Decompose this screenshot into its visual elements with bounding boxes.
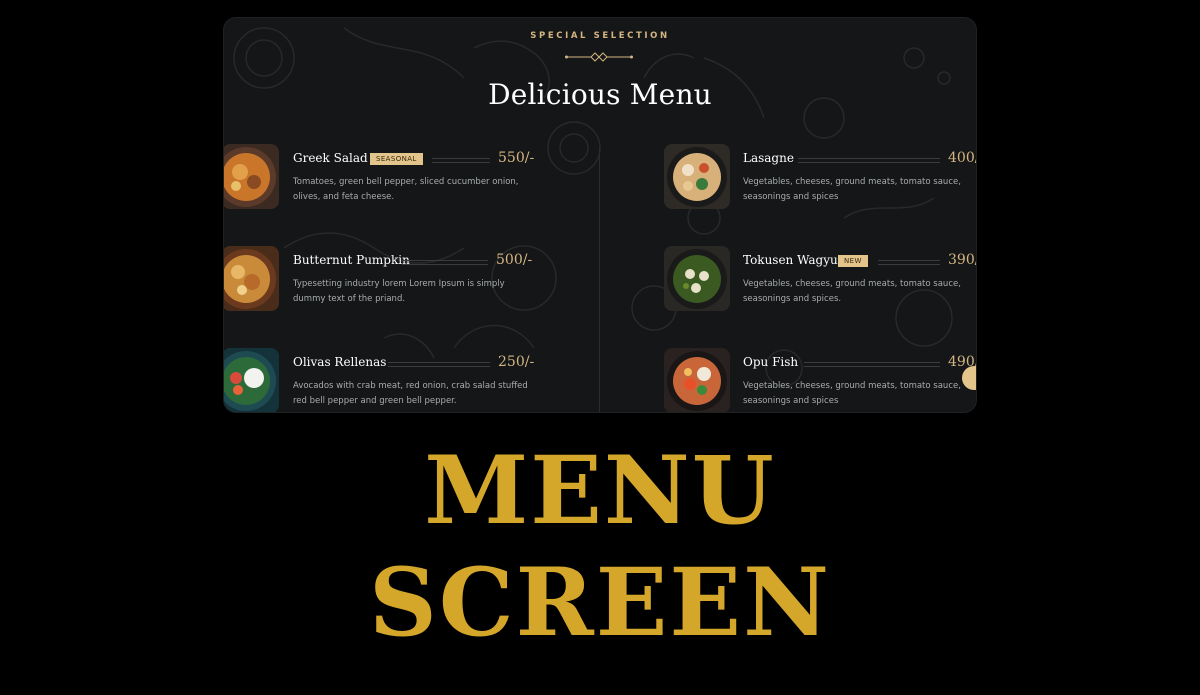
item-name: Lasagne xyxy=(743,151,794,165)
item-price: 400/- xyxy=(948,150,976,166)
menu-title: Delicious Menu xyxy=(488,78,712,111)
item-description: Vegetables, cheeses, ground meats, tomat… xyxy=(743,177,961,202)
caption-line-2: SCREEN xyxy=(368,548,832,658)
item-name: Tokusen Wagyu xyxy=(743,253,838,267)
item-name: Butternut Pumpkin xyxy=(293,253,410,267)
item-description: Tomatoes, green bell pepper, sliced cucu… xyxy=(293,177,519,202)
section-eyebrow: SPECIAL SELECTION xyxy=(530,31,670,41)
price-leader xyxy=(402,260,488,265)
dish-image xyxy=(664,246,730,311)
item-price: 390/- xyxy=(948,252,976,268)
price-leader xyxy=(804,362,940,367)
price-leader xyxy=(798,158,940,163)
new-badge: NEW xyxy=(838,255,868,267)
dish-image xyxy=(224,246,279,311)
price-leader xyxy=(432,158,490,163)
item-name: Olivas Rellenas xyxy=(293,355,387,369)
item-description: Vegetables, cheeses, ground meats, tomat… xyxy=(743,279,961,304)
divider-ornament-icon xyxy=(565,52,633,62)
menu-item[interactable]: Tokusen Wagyu NEW 390/- Vegetables, chee… xyxy=(664,246,976,316)
dish-image xyxy=(224,144,279,209)
column-divider xyxy=(599,148,600,412)
dish-image xyxy=(664,144,730,209)
price-leader xyxy=(388,362,490,367)
caption-line-1: MENU xyxy=(424,436,776,546)
menu-screenshot-card: SPECIAL SELECTION Delicious Menu Greek S… xyxy=(224,18,976,412)
menu-item[interactable]: Olivas Rellenas 250/- Avocados with crab… xyxy=(224,348,552,412)
menu-item[interactable]: Opu Fish 490/- Vegetables, cheeses, grou… xyxy=(664,348,976,412)
item-description: Avocados with crab meat, red onion, crab… xyxy=(293,381,528,406)
seasonal-badge: SEASONAL xyxy=(370,153,423,165)
item-description: Vegetables, cheeses, ground meats, tomat… xyxy=(743,381,961,406)
menu-item[interactable]: Butternut Pumpkin 500/- Typesetting indu… xyxy=(224,246,552,316)
menu-item[interactable]: Lasagne 400/- Vegetables, cheeses, groun… xyxy=(664,144,976,214)
page: SPECIAL SELECTION Delicious Menu Greek S… xyxy=(0,0,1200,695)
dish-image xyxy=(664,348,730,412)
item-description: Typesetting industry lorem Lorem Ipsum i… xyxy=(293,279,505,304)
item-price: 500/- xyxy=(496,252,533,268)
item-name: Opu Fish xyxy=(743,355,799,369)
item-price: 550/- xyxy=(498,150,535,166)
dish-image xyxy=(224,348,279,412)
menu-item[interactable]: Greek Salad SEASONAL 550/- Tomatoes, gre… xyxy=(224,144,552,214)
price-leader xyxy=(878,260,940,265)
item-name: Greek Salad xyxy=(293,151,368,165)
item-price: 250/- xyxy=(498,354,535,370)
